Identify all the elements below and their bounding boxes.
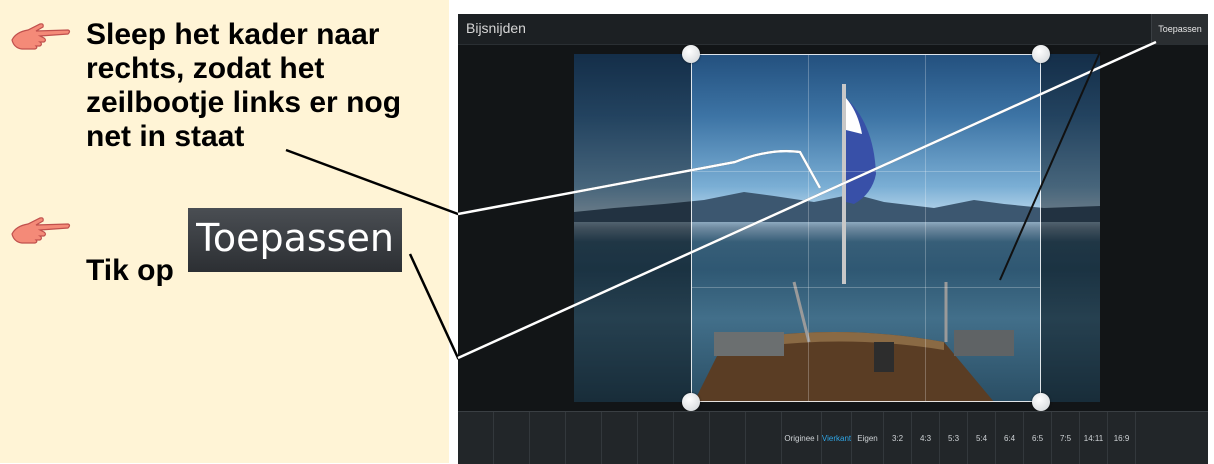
crop-handle-top-right[interactable] <box>1032 45 1050 63</box>
pointing-hand-icon <box>11 23 71 50</box>
crop-frame[interactable] <box>691 54 1041 402</box>
aspect-spacer <box>458 412 494 464</box>
aspect-option-3-2[interactable]: 3:2 <box>884 412 912 464</box>
aspect-option-6-5[interactable]: 6:5 <box>1024 412 1052 464</box>
aspect-option-16-9[interactable]: 16:9 <box>1108 412 1136 464</box>
apply-button[interactable]: Toepassen <box>1151 14 1208 44</box>
screen-title: Bijsnijden <box>466 20 526 36</box>
pointing-hand-icon <box>11 217 71 244</box>
outside-crop-left <box>574 54 691 402</box>
instruction-step-2: Tik op <box>10 212 174 288</box>
toepassen-button-sample: Toepassen <box>188 208 402 272</box>
aspect-spacer <box>602 412 638 464</box>
action-bar: Bijsnijden Toepassen <box>458 14 1208 45</box>
aspect-spacer <box>494 412 530 464</box>
aspect-spacer <box>566 412 602 464</box>
aspect-option-5-4[interactable]: 5:4 <box>968 412 996 464</box>
aspect-spacer <box>674 412 710 464</box>
aspect-option-14-11[interactable]: 14:11 <box>1080 412 1108 464</box>
step-2-text: Tik op <box>86 254 174 287</box>
crop-handle-bottom-left[interactable] <box>682 393 700 411</box>
instruction-step-1: Sleep het kader naar rechts, zodat het z… <box>10 18 436 154</box>
instruction-panel: Sleep het kader naar rechts, zodat het z… <box>0 0 449 463</box>
outside-crop-right <box>1041 54 1100 402</box>
aspect-option-7-5[interactable]: 7:5 <box>1052 412 1080 464</box>
aspect-option-6-4[interactable]: 6:4 <box>996 412 1024 464</box>
crop-grid-line <box>808 55 809 401</box>
crop-grid-line <box>692 171 1040 172</box>
aspect-spacer <box>530 412 566 464</box>
crop-handle-top-left[interactable] <box>682 45 700 63</box>
aspect-spacer <box>638 412 674 464</box>
crop-grid-line <box>692 287 1040 288</box>
aspect-spacer <box>746 412 782 464</box>
step-1-text: Sleep het kader naar rechts, zodat het z… <box>86 18 402 153</box>
aspect-option-vierkant[interactable]: Vierkant <box>822 412 852 464</box>
aspect-option-4-3[interactable]: 4:3 <box>912 412 940 464</box>
aspect-option-eigen[interactable]: Eigen <box>852 412 884 464</box>
crop-grid-line <box>925 55 926 401</box>
aspect-option-origineel[interactable]: Originee l <box>782 412 822 464</box>
crop-screen: Bijsnijden Toepassen Originee l Vierkant… <box>458 14 1208 464</box>
aspect-option-5-3[interactable]: 5:3 <box>940 412 968 464</box>
aspect-ratio-bar: Originee l Vierkant Eigen 3:2 4:3 5:3 5:… <box>458 411 1208 464</box>
aspect-spacer <box>710 412 746 464</box>
crop-handle-bottom-right[interactable] <box>1032 393 1050 411</box>
